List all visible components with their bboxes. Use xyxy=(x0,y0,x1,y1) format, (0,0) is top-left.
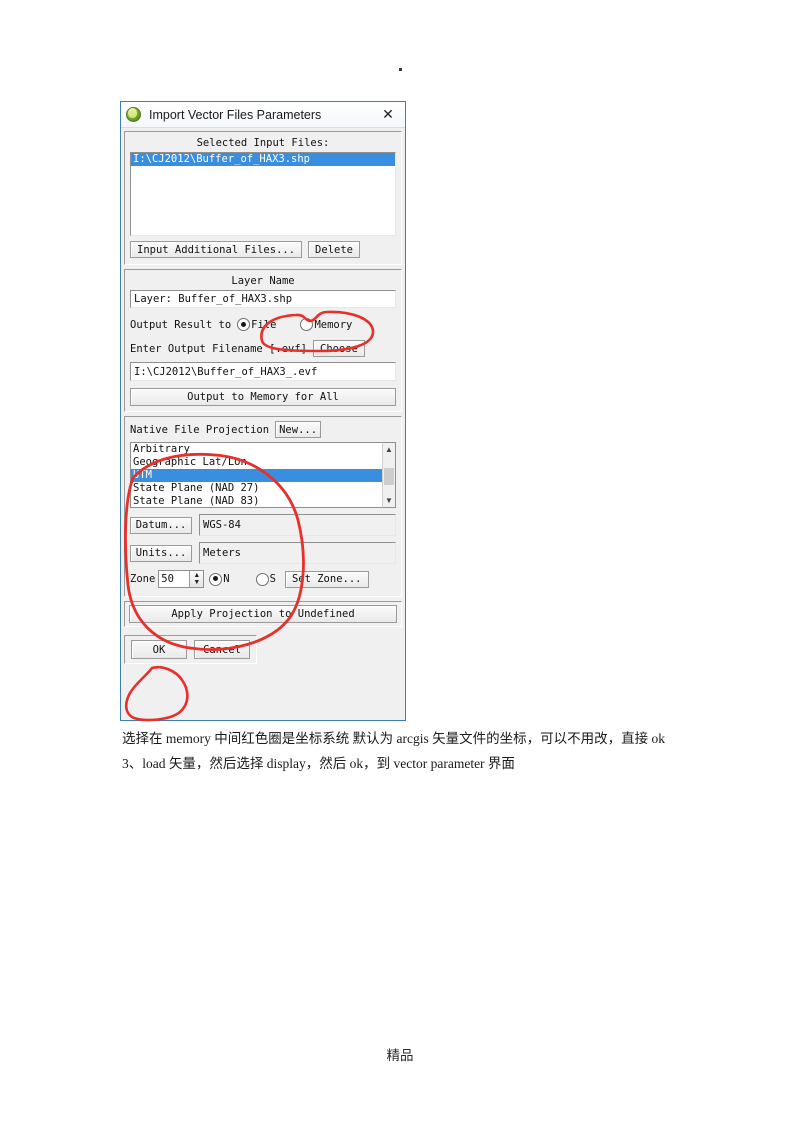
delete-button[interactable]: Delete xyxy=(308,241,360,258)
layer-name-field[interactable]: Layer: Buffer_of_HAX3.shp xyxy=(130,290,396,308)
output-memory-label[interactable]: Memory xyxy=(314,319,352,331)
units-value-field: Meters xyxy=(199,542,396,564)
paragraph: 选择在 memory 中间红色圈是坐标系统 默认为 arcgis 矢量文件的坐标… xyxy=(122,731,665,746)
selected-input-files-label: Selected Input Files: xyxy=(196,137,330,149)
layer-name-label: Layer Name xyxy=(231,275,295,287)
dialog-footer-buttons: OK Cancel xyxy=(124,635,257,664)
input-files-listbox[interactable]: I:\CJ2012\Buffer_of_HAX3.shp xyxy=(130,152,396,236)
layer-name-group: Layer Name Layer: Buffer_of_HAX3.shp Out… xyxy=(124,269,402,412)
output-filename-label: Enter Output Filename [.evf] xyxy=(130,342,308,355)
page-dot xyxy=(399,68,402,71)
selected-input-files-group: Selected Input Files: I:\CJ2012\Buffer_o… xyxy=(124,131,402,265)
input-additional-files-button[interactable]: Input Additional Files... xyxy=(130,241,303,258)
list-item[interactable]: Arbitrary xyxy=(131,443,382,456)
zone-label: Zone xyxy=(130,573,156,585)
page-footer: 精品 xyxy=(386,1048,414,1063)
ok-button[interactable]: OK xyxy=(131,640,187,659)
dialog-body: Selected Input Files: I:\CJ2012\Buffer_o… xyxy=(121,128,405,720)
chevron-up-icon[interactable]: ▲ xyxy=(193,572,200,579)
scrollbar-track[interactable] xyxy=(383,456,395,494)
input-files-button-row: Input Additional Files... Delete xyxy=(130,241,396,258)
envi-globe-icon xyxy=(126,106,143,123)
choose-button[interactable]: Choose xyxy=(313,340,365,357)
output-to-memory-for-all-button[interactable]: Output to Memory for All xyxy=(130,388,396,406)
hemisphere-north-radio[interactable] xyxy=(209,572,223,586)
chevron-down-icon[interactable]: ▼ xyxy=(383,494,395,507)
projection-listbox[interactable]: Arbitrary Geographic Lat/Lon UTM State P… xyxy=(130,442,382,508)
output-file-label[interactable]: File xyxy=(251,319,276,331)
document-body-text: 选择在 memory 中间红色圈是坐标系统 默认为 arcgis 矢量文件的坐标… xyxy=(122,726,682,776)
projection-header-row: Native File Projection New... xyxy=(130,421,396,438)
hemisphere-south-label[interactable]: S xyxy=(270,573,276,585)
apply-projection-group: Apply Projection to Undefined xyxy=(124,601,402,627)
cancel-button[interactable]: Cancel xyxy=(194,640,250,659)
hemisphere-north-label[interactable]: N xyxy=(223,573,229,585)
chevron-down-icon[interactable]: ▼ xyxy=(193,579,200,586)
output-file-radio[interactable] xyxy=(237,318,251,331)
close-icon[interactable]: ✕ xyxy=(373,103,403,127)
list-item[interactable]: UTM xyxy=(131,469,382,482)
list-item[interactable]: State Plane (NAD 27) xyxy=(131,482,382,495)
units-button[interactable]: Units... xyxy=(130,544,192,562)
zone-stepper[interactable]: 50 ▲ ▼ xyxy=(158,570,205,588)
datum-row: Datum... WGS-84 xyxy=(130,514,396,536)
zone-spin-buttons[interactable]: ▲ ▼ xyxy=(189,571,204,587)
list-item[interactable]: State Plane (NAD 83) xyxy=(131,495,382,507)
paragraph: 3、load 矢量，然后选择 display，然后 ok，到 vector pa… xyxy=(122,756,515,771)
output-filename-field[interactable]: I:\CJ2012\Buffer_of_HAX3_.evf xyxy=(130,362,396,381)
projection-list-wrapper: Arbitrary Geographic Lat/Lon UTM State P… xyxy=(130,442,396,508)
datum-value-field: WGS-84 xyxy=(199,514,396,536)
output-memory-radio[interactable] xyxy=(300,318,314,331)
projection-list-scrollbar[interactable]: ▲ ▼ xyxy=(382,442,396,508)
zone-row: Zone 50 ▲ ▼ N S Set Zone... xyxy=(130,570,396,588)
units-row: Units... Meters xyxy=(130,542,396,564)
hemisphere-south-radio[interactable] xyxy=(255,572,269,586)
output-result-label: Output Result to xyxy=(130,318,232,331)
output-result-row: Output Result to File Memory xyxy=(130,318,396,331)
set-zone-button[interactable]: Set Zone... xyxy=(284,570,369,588)
zone-value[interactable]: 50 xyxy=(159,571,189,587)
list-item[interactable]: Geographic Lat/Lon xyxy=(131,456,382,469)
datum-button[interactable]: Datum... xyxy=(130,516,192,534)
import-vector-files-dialog: Import Vector Files Parameters ✕ Selecte… xyxy=(120,101,406,721)
native-file-projection-label: Native File Projection xyxy=(130,423,270,436)
list-item[interactable]: I:\CJ2012\Buffer_of_HAX3.shp xyxy=(131,153,395,166)
chevron-up-icon[interactable]: ▲ xyxy=(383,443,395,456)
dialog-titlebar: Import Vector Files Parameters ✕ xyxy=(121,102,405,128)
dialog-title: Import Vector Files Parameters xyxy=(149,107,322,122)
scrollbar-thumb[interactable] xyxy=(384,468,394,485)
new-projection-button[interactable]: New... xyxy=(275,421,322,438)
native-file-projection-group: Native File Projection New... Arbitrary … xyxy=(124,416,402,597)
apply-projection-to-undefined-button[interactable]: Apply Projection to Undefined xyxy=(129,605,397,623)
output-filename-row: Enter Output Filename [.evf] Choose xyxy=(130,340,396,357)
